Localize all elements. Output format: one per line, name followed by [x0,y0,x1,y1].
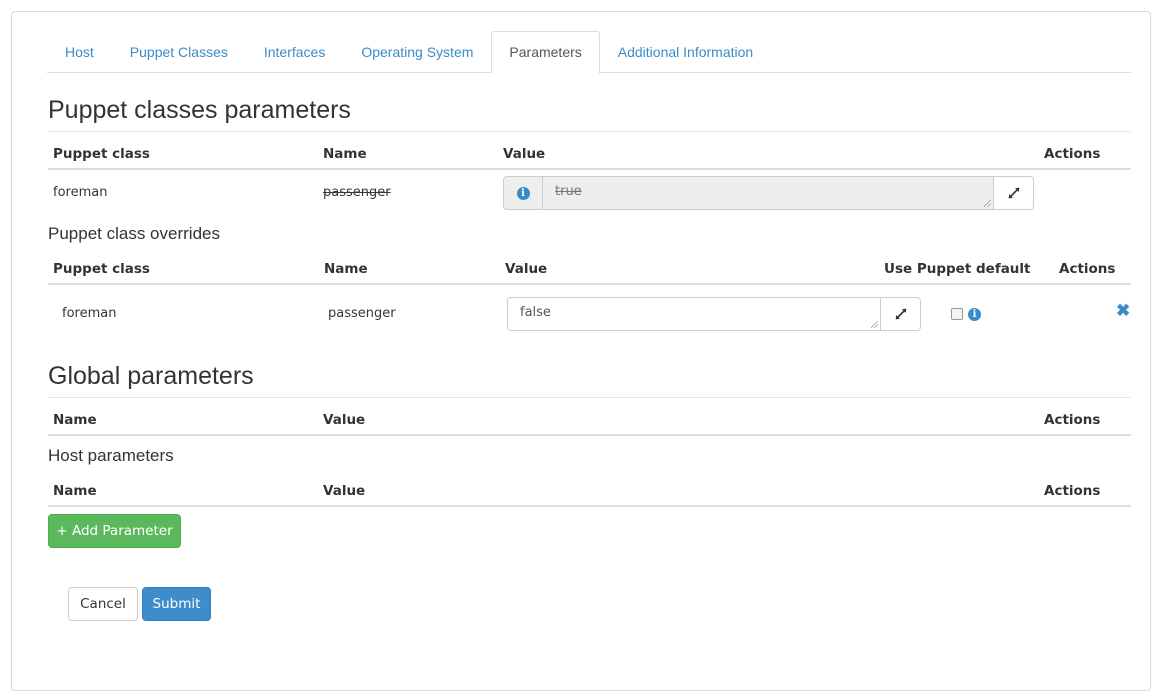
fullscreen-button[interactable] [881,297,921,331]
column-header-value: Value [505,261,548,277]
table-header: Name Value Actions [48,483,1131,507]
column-header-name: Name [324,261,368,277]
tab-bar: Host Puppet Classes Interfaces Operating… [47,31,1131,74]
remove-x-icon[interactable]: ✖ [1116,301,1130,321]
submit-button[interactable]: Submit [142,587,211,621]
fullscreen-button[interactable] [994,176,1034,210]
value-text: true [555,184,582,199]
column-header-puppet-class: Puppet class [53,146,150,162]
section-title-global-parameters: Global parameters [48,362,1131,398]
section-title-puppet-class-overrides: Puppet class overrides [48,224,220,243]
puppet-class-cell: foreman [62,306,117,321]
column-header-name: Name [323,146,367,162]
resize-handle[interactable] [984,200,991,207]
column-header-name: Name [53,483,97,499]
value-text: false [520,305,551,320]
column-header-value: Value [323,483,366,499]
value-textarea[interactable]: false [507,297,881,331]
column-header-actions: Actions [1059,261,1116,277]
column-header-actions: Actions [1044,412,1101,428]
table-header: Puppet class Name Value Use Puppet defau… [48,261,1131,285]
section-title-host-parameters: Host parameters [48,446,174,465]
column-header-puppet-class: Puppet class [53,261,150,277]
tab-puppet-classes[interactable]: Puppet Classes [112,31,246,73]
expand-arrows-icon [1007,187,1020,199]
column-header-value: Value [503,146,546,162]
table-header: Puppet class Name Value Actions [48,146,1131,170]
info-addon[interactable]: i [503,176,542,210]
value-input-group: false [507,297,921,331]
table-header: Name Value Actions [48,412,1131,436]
column-header-value: Value [323,412,366,428]
use-puppet-default-checkbox[interactable] [951,308,963,320]
tab-interfaces[interactable]: Interfaces [246,31,343,73]
resize-handle[interactable] [871,321,878,328]
column-header-actions: Actions [1044,146,1101,162]
tab-additional-information[interactable]: Additional Information [600,31,771,73]
column-header-actions: Actions [1044,483,1101,499]
column-header-name: Name [53,412,97,428]
value-input-group: i true [503,176,1034,210]
add-parameter-button[interactable]: + Add Parameter [48,514,181,548]
puppet-class-cell: foreman [53,185,108,200]
parameter-name-cell: passenger [323,185,391,200]
expand-arrows-icon [894,308,907,320]
parameter-name-cell: passenger [328,306,396,321]
section-title-puppet-classes-parameters: Puppet classes parameters [48,96,1131,132]
info-circle-icon: i [516,186,530,200]
value-textarea: true [542,176,994,210]
column-header-use-puppet-default: Use Puppet default [884,261,1031,277]
tab-operating-system[interactable]: Operating System [343,31,491,73]
tab-parameters[interactable]: Parameters [491,31,600,74]
tab-host[interactable]: Host [47,31,112,73]
info-circle-icon[interactable]: i [968,308,981,321]
cancel-button[interactable]: Cancel [68,587,138,621]
